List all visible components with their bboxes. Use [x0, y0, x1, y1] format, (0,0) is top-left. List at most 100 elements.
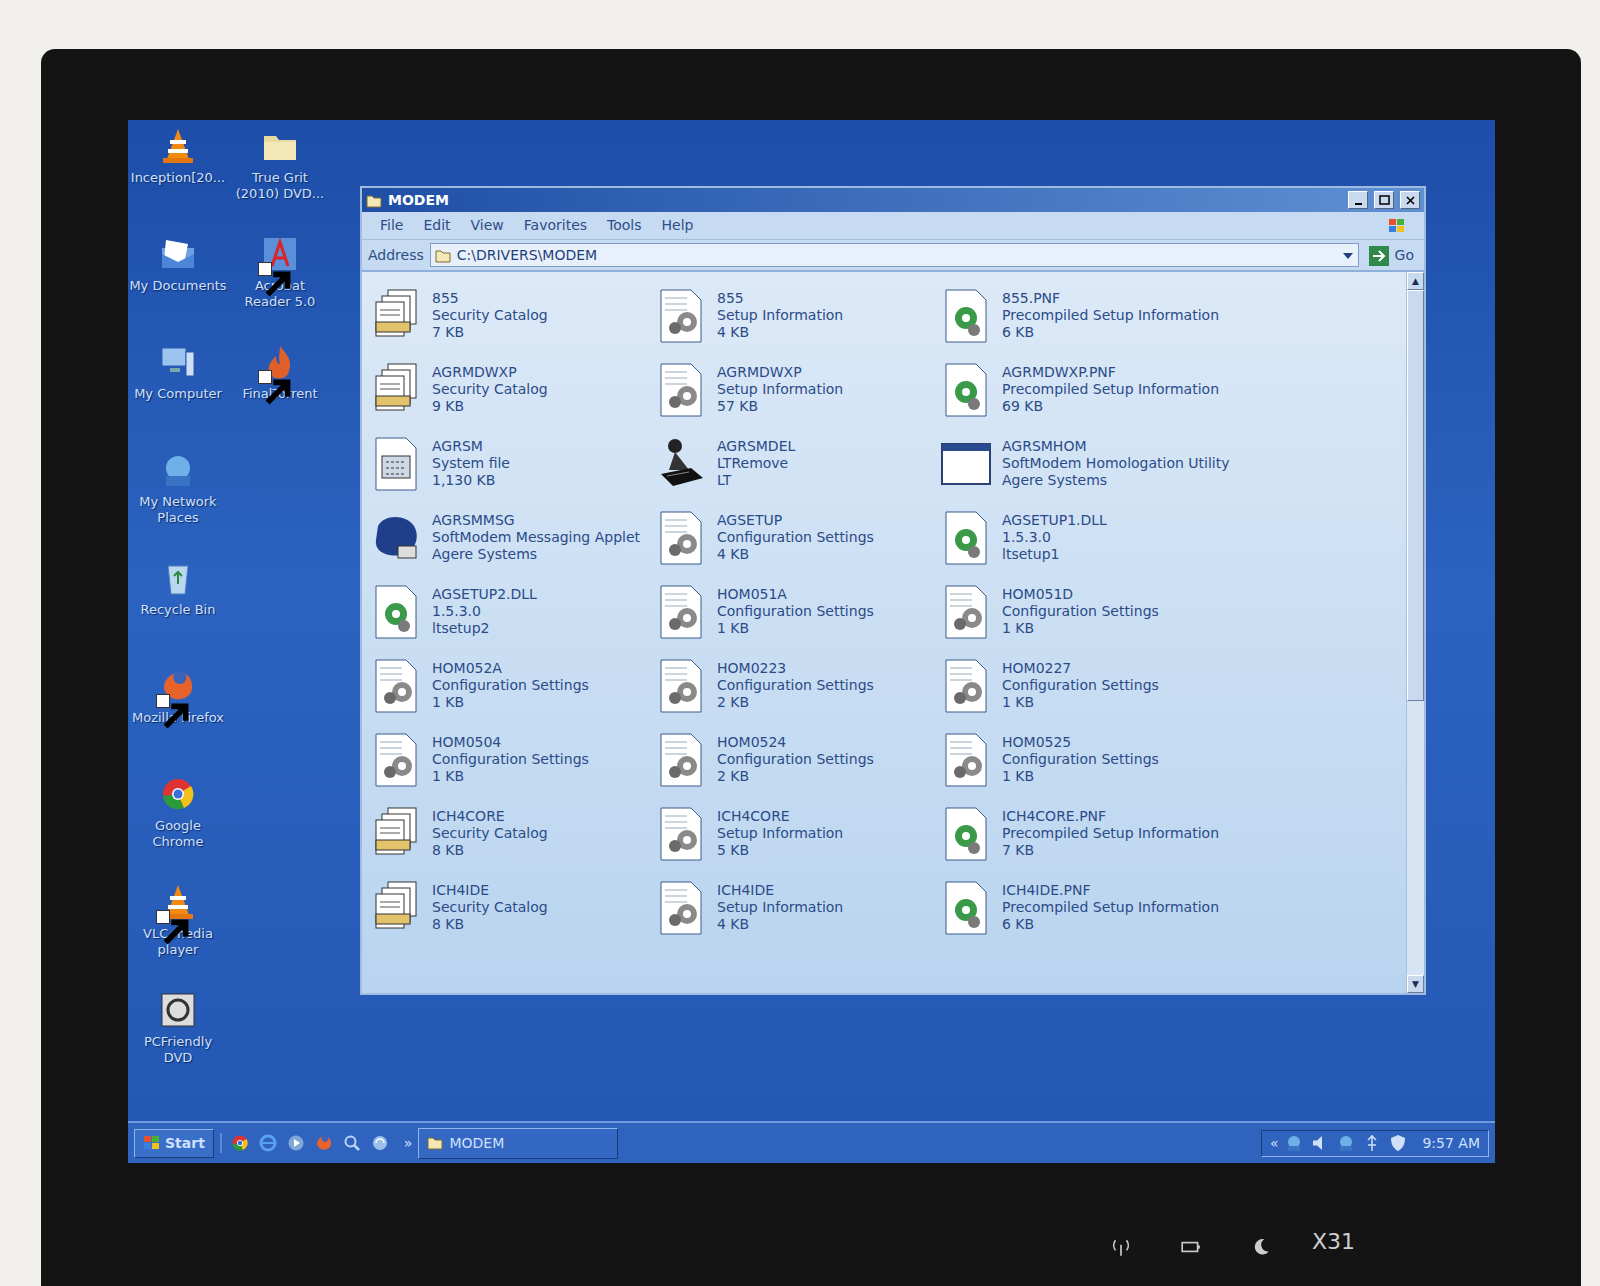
file-name[interactable]: HOM0223: [717, 660, 874, 677]
go-label[interactable]: Go: [1395, 245, 1414, 266]
usb-icon[interactable]: [1362, 1133, 1382, 1153]
file-item[interactable]: ICH4CORESetup Information5 KB: [655, 796, 940, 870]
file-name[interactable]: HOM0504: [432, 734, 589, 751]
menu-item[interactable]: File: [372, 213, 411, 238]
file-name[interactable]: HOM051D: [1002, 586, 1159, 603]
catalog-file-icon[interactable]: [370, 878, 422, 936]
setup-file-icon[interactable]: [655, 730, 707, 788]
file-item[interactable]: HOM0227Configuration Settings1 KB: [940, 648, 1398, 722]
firefox-icon[interactable]: [158, 666, 198, 706]
title-bar[interactable]: MODEM: [362, 188, 1424, 212]
folder-icon[interactable]: [260, 126, 300, 166]
file-item[interactable]: ICH4CORESecurity Catalog8 KB: [370, 796, 655, 870]
menu-item[interactable]: Tools: [599, 213, 650, 238]
setup-file-icon[interactable]: [370, 656, 422, 714]
setup-file-icon[interactable]: [370, 730, 422, 788]
file-name[interactable]: ICH4IDE.PNF: [1002, 882, 1219, 899]
file-item[interactable]: ICH4IDESecurity Catalog8 KB: [370, 870, 655, 944]
file-item[interactable]: AGSETUPConfiguration Settings4 KB: [655, 500, 940, 574]
file-item[interactable]: AGRMDWXPSetup Information57 KB: [655, 352, 940, 426]
desktop-icon[interactable]: Recycle Bin: [128, 558, 228, 666]
desktop-icon[interactable]: Google Chrome: [128, 774, 228, 882]
file-item[interactable]: HOM0223Configuration Settings2 KB: [655, 648, 940, 722]
file-name[interactable]: 855: [432, 290, 548, 307]
task-button[interactable]: MODEM: [418, 1128, 618, 1159]
start-button[interactable]: Start: [134, 1129, 214, 1158]
desktop-icon[interactable]: My Network Places: [128, 450, 228, 558]
file-item[interactable]: HOM051DConfiguration Settings1 KB: [940, 574, 1398, 648]
file-item[interactable]: 855Setup Information4 KB: [655, 278, 940, 352]
scroll-thumb[interactable]: [1407, 290, 1424, 701]
app-file-icon[interactable]: [940, 434, 992, 492]
applet-file-icon[interactable]: [370, 508, 422, 566]
desktop-icon[interactable]: My Computer: [128, 342, 228, 450]
file-name[interactable]: 855: [717, 290, 843, 307]
file-name[interactable]: HOM051A: [717, 586, 874, 603]
desktop-icon-label[interactable]: Recycle Bin: [141, 602, 216, 618]
firefox-icon[interactable]: [314, 1133, 334, 1153]
file-item[interactable]: ICH4IDESetup Information4 KB: [655, 870, 940, 944]
menu-item[interactable]: Favorites: [516, 213, 595, 238]
file-name[interactable]: AGRSMDEL: [717, 438, 795, 455]
setup-file-icon[interactable]: [940, 730, 992, 788]
pnf-file-icon[interactable]: [940, 508, 992, 566]
network-icon[interactable]: [1284, 1133, 1304, 1153]
pnf-file-icon[interactable]: [940, 360, 992, 418]
menu-item[interactable]: View: [463, 213, 512, 238]
system-file-icon[interactable]: [370, 434, 422, 492]
file-name[interactable]: AGRSM: [432, 438, 510, 455]
clock[interactable]: 9:57 AM: [1422, 1133, 1480, 1154]
menu-item[interactable]: Edit: [415, 213, 458, 238]
setup-file-icon[interactable]: [940, 582, 992, 640]
update-icon[interactable]: [370, 1133, 390, 1153]
speaker-icon[interactable]: [1310, 1133, 1330, 1153]
chrome-icon[interactable]: [158, 774, 198, 814]
catalog-file-icon[interactable]: [370, 286, 422, 344]
file-name[interactable]: ICH4IDE: [717, 882, 843, 899]
file-item[interactable]: ICH4IDE.PNFPrecompiled Setup Information…: [940, 870, 1398, 944]
acrobat-icon[interactable]: [260, 234, 300, 274]
ie-icon[interactable]: [258, 1133, 278, 1153]
network-icon[interactable]: [1336, 1133, 1356, 1153]
file-item[interactable]: AGSETUP2.DLL1.5.3.0ltsetup2: [370, 574, 655, 648]
desktop-icon[interactable]: PCFriendly DVD: [128, 990, 228, 1098]
desktop-icon[interactable]: True Grit (2010) DVD...: [230, 126, 330, 234]
vertical-scrollbar[interactable]: ▲▼: [1406, 272, 1424, 993]
dropdown-arrow-icon[interactable]: [1342, 245, 1354, 266]
file-item[interactable]: HOM052AConfiguration Settings1 KB: [370, 648, 655, 722]
file-name[interactable]: 855.PNF: [1002, 290, 1219, 307]
computer-icon[interactable]: [158, 342, 198, 382]
file-item[interactable]: 855.PNFPrecompiled Setup Information6 KB: [940, 278, 1398, 352]
setup-file-icon[interactable]: [655, 508, 707, 566]
desktop-icon-label[interactable]: My Network Places: [128, 494, 228, 526]
file-name[interactable]: HOM0227: [1002, 660, 1159, 677]
chrome-icon[interactable]: [230, 1133, 250, 1153]
file-name[interactable]: HOM0525: [1002, 734, 1159, 751]
scroll-up-button[interactable]: ▲: [1407, 272, 1424, 290]
search-icon[interactable]: [342, 1133, 362, 1153]
close-button[interactable]: [1400, 191, 1420, 209]
scroll-down-button[interactable]: ▼: [1407, 975, 1424, 993]
recycle-icon[interactable]: [158, 558, 198, 598]
desktop-icon-label[interactable]: My Computer: [134, 386, 222, 402]
file-item[interactable]: AGRMDWXPSecurity Catalog9 KB: [370, 352, 655, 426]
setup-file-icon[interactable]: [655, 878, 707, 936]
file-item[interactable]: AGRSMDELLTRemoveLT: [655, 426, 940, 500]
file-name[interactable]: ICH4IDE: [432, 882, 548, 899]
media-icon[interactable]: [286, 1133, 306, 1153]
file-name[interactable]: HOM0524: [717, 734, 874, 751]
shield-icon[interactable]: [1388, 1133, 1408, 1153]
file-item[interactable]: HOM0504Configuration Settings1 KB: [370, 722, 655, 796]
file-item[interactable]: HOM051AConfiguration Settings1 KB: [655, 574, 940, 648]
network-icon[interactable]: [158, 450, 198, 490]
minimize-button[interactable]: [1348, 191, 1368, 209]
file-name[interactable]: AGRSMHOM: [1002, 438, 1230, 455]
desktop-icon[interactable]: Acrobat Reader 5.0: [230, 234, 330, 342]
start-label[interactable]: Start: [165, 1133, 205, 1154]
file-name[interactable]: AGSETUP1.DLL: [1002, 512, 1107, 529]
address-field[interactable]: C:\DRIVERS\MODEM: [430, 243, 1359, 267]
file-name[interactable]: ICH4CORE.PNF: [1002, 808, 1219, 825]
desktop-icon-label[interactable]: True Grit (2010) DVD...: [230, 170, 330, 202]
vlc-icon[interactable]: [158, 882, 198, 922]
pnf-file-icon[interactable]: [940, 878, 992, 936]
